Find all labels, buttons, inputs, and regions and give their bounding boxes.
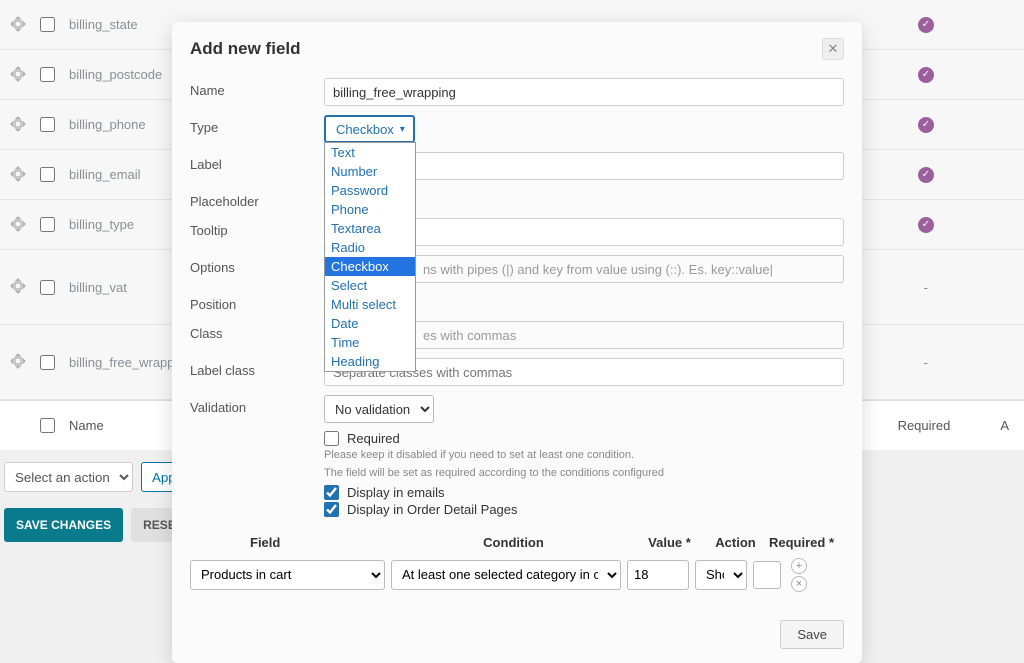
- label-class: Class: [190, 321, 324, 341]
- drag-handle-icon[interactable]: [10, 216, 28, 234]
- status-check-icon: ✓: [918, 67, 934, 83]
- row-label: billing_state: [69, 17, 138, 32]
- drag-handle-icon[interactable]: [10, 353, 28, 371]
- status-check-icon: ✓: [918, 167, 934, 183]
- required-help-2: The field will be set as required accord…: [324, 466, 844, 480]
- required-label: Required: [347, 431, 400, 446]
- row-checkbox[interactable]: [40, 280, 55, 295]
- condition-field-select[interactable]: Products in cart: [190, 560, 385, 590]
- label-placeholder: Placeholder: [190, 189, 324, 209]
- status-dash: -: [924, 280, 928, 295]
- label-labelclass: Label class: [190, 358, 324, 378]
- row-label: billing_email: [69, 167, 141, 182]
- type-option-heading[interactable]: Heading: [325, 352, 415, 371]
- row-label: billing_phone: [69, 117, 146, 132]
- condition-action-select[interactable]: Show: [695, 560, 747, 590]
- type-option-phone[interactable]: Phone: [325, 200, 415, 219]
- select-all-checkbox[interactable]: [40, 418, 55, 433]
- type-select-value: Checkbox: [336, 122, 394, 137]
- status-check-icon: ✓: [918, 117, 934, 133]
- options-placeholder-text: ns with pipes (|) and key from value usi…: [423, 262, 773, 277]
- type-option-number[interactable]: Number: [325, 162, 415, 181]
- status-check-icon: ✓: [918, 17, 934, 33]
- row-checkbox[interactable]: [40, 17, 55, 32]
- drag-handle-icon[interactable]: [10, 278, 28, 296]
- type-option-date[interactable]: Date: [325, 314, 415, 333]
- cond-header-condition: Condition: [396, 535, 631, 550]
- display-orders-label: Display in Order Detail Pages: [347, 502, 518, 517]
- row-checkbox[interactable]: [40, 117, 55, 132]
- cond-header-required: Required *: [769, 535, 834, 550]
- save-changes-button[interactable]: SAVE CHANGES: [4, 508, 123, 542]
- type-option-select[interactable]: Select: [325, 276, 415, 295]
- condition-required-checkbox[interactable]: [753, 561, 781, 589]
- name-input[interactable]: [324, 78, 844, 106]
- label-position: Position: [190, 292, 324, 312]
- type-option-checkbox[interactable]: Checkbox: [325, 257, 415, 276]
- save-button[interactable]: Save: [780, 620, 844, 649]
- col-header-a: A: [1000, 418, 1009, 433]
- label-label: Label: [190, 152, 324, 172]
- add-field-modal: Add new field ✕ Name Type Checkbox ▾ Tex…: [172, 22, 862, 663]
- type-option-time[interactable]: Time: [325, 333, 415, 352]
- type-dropdown: Text Number Password Phone Textarea Radi…: [324, 142, 416, 372]
- type-select[interactable]: Checkbox ▾ Text Number Password Phone Te…: [324, 115, 415, 143]
- display-orders-checkbox[interactable]: [324, 502, 339, 517]
- row-label: billing_free_wrappi: [69, 355, 177, 370]
- close-button[interactable]: ✕: [822, 38, 844, 60]
- col-header-required: Required: [898, 418, 951, 433]
- class-placeholder-text: es with commas: [423, 328, 516, 343]
- label-type: Type: [190, 115, 324, 135]
- drag-handle-icon[interactable]: [10, 16, 28, 34]
- status-dash: -: [924, 355, 928, 370]
- bulk-action-select[interactable]: Select an action: [4, 462, 133, 492]
- conditions-header: Field Condition Value * Action Required …: [190, 535, 844, 550]
- required-checkbox[interactable]: [324, 431, 339, 446]
- drag-handle-icon[interactable]: [10, 116, 28, 134]
- row-checkbox[interactable]: [40, 355, 55, 370]
- display-emails-checkbox[interactable]: [324, 485, 339, 500]
- modal-title: Add new field: [190, 39, 301, 59]
- remove-condition-button[interactable]: ×: [791, 576, 807, 592]
- drag-handle-icon[interactable]: [10, 66, 28, 84]
- drag-handle-icon[interactable]: [10, 166, 28, 184]
- col-header-name: Name: [69, 418, 104, 433]
- type-option-radio[interactable]: Radio: [325, 238, 415, 257]
- chevron-down-icon: ▾: [400, 124, 405, 135]
- label-options: Options: [190, 255, 324, 275]
- cond-header-action: Action: [708, 535, 763, 550]
- row-label: billing_type: [69, 217, 134, 232]
- label-tooltip: Tooltip: [190, 218, 324, 238]
- x-icon: ×: [796, 578, 802, 590]
- row-checkbox[interactable]: [40, 167, 55, 182]
- validation-select[interactable]: No validation: [324, 395, 434, 423]
- label-validation: Validation: [190, 395, 324, 415]
- status-check-icon: ✓: [918, 217, 934, 233]
- type-option-password[interactable]: Password: [325, 181, 415, 200]
- cond-header-field: Field: [190, 535, 390, 550]
- row-checkbox[interactable]: [40, 67, 55, 82]
- plus-icon: +: [796, 560, 802, 572]
- display-emails-label: Display in emails: [347, 485, 445, 500]
- row-checkbox[interactable]: [40, 217, 55, 232]
- type-option-textarea[interactable]: Textarea: [325, 219, 415, 238]
- type-option-multiselect[interactable]: Multi select: [325, 295, 415, 314]
- add-condition-button[interactable]: +: [791, 558, 807, 574]
- cond-header-value: Value *: [637, 535, 702, 550]
- close-icon: ✕: [828, 41, 839, 57]
- condition-value-input[interactable]: [627, 560, 689, 590]
- row-label: billing_vat: [69, 280, 127, 295]
- condition-row: Products in cart At least one selected c…: [190, 558, 844, 592]
- condition-operator-select[interactable]: At least one selected category in cart: [391, 560, 621, 590]
- label-name: Name: [190, 78, 324, 98]
- required-help-1: Please keep it disabled if you need to s…: [324, 448, 844, 462]
- row-label: billing_postcode: [69, 67, 162, 82]
- type-option-text[interactable]: Text: [325, 143, 415, 162]
